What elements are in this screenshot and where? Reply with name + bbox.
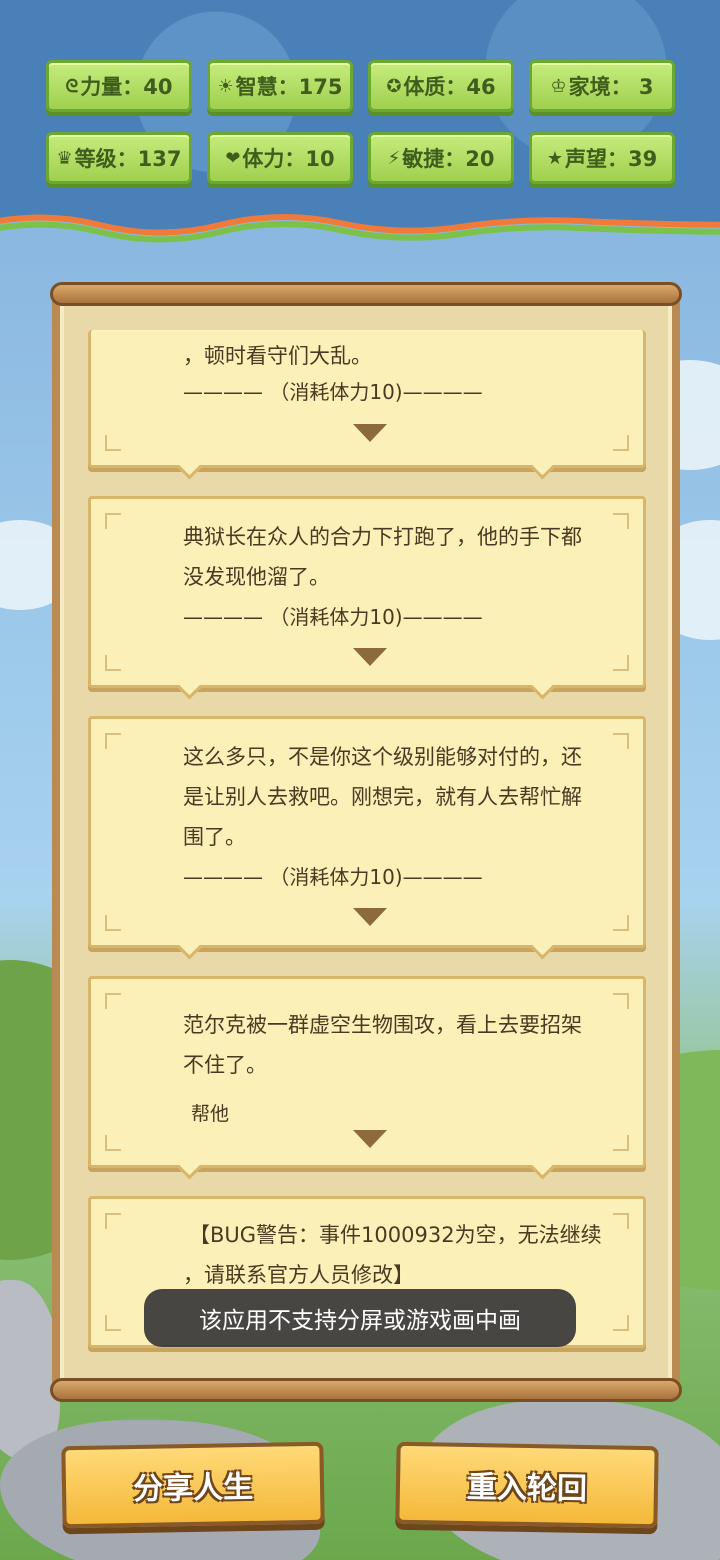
toast-message: 该应用不支持分屏或游戏画中画 [144,1289,576,1347]
triangle-down-icon [353,908,387,926]
corner-ornament [105,733,121,749]
constitution-icon: ✪ [386,75,402,97]
corner-ornament [613,1315,629,1331]
stat-strength: ᘓ 力量：40 [46,60,192,112]
event-card[interactable]: 范尔克被一群虚空生物围攻，看上去要招架 不住了。 帮他 [88,976,646,1180]
stat-reputation: ★ 声望：39 [529,132,675,184]
corner-ornament [613,655,629,671]
event-text-line: 不住了。 [183,1053,267,1077]
event-text-line: 是让别人去救吧。刚想完，就有人去帮忙解 [183,785,582,809]
lightning-icon: ⚡ [387,147,401,169]
event-text-line: 围了。 [183,825,246,849]
event-text-line: 典狱长在众人的合力下打跑了，他的手下都 [183,525,582,549]
stat-label: 智慧：175 [235,75,343,99]
wave-border [0,214,720,265]
stat-agility: ⚡ 敏捷：20 [368,132,514,184]
scroll-rod-top [50,282,682,306]
stat-label: 力量：40 [80,75,173,99]
corner-ornament [105,435,121,451]
corner-ornament [105,1213,121,1229]
star-icon: ★ [546,147,563,169]
stat-label: 声望：39 [564,147,658,171]
stamina-cost: ———— （消耗体力10)———— [183,865,483,889]
stamina-cost: ———— （消耗体力10)———— [183,605,483,629]
triangle-down-icon [353,1130,387,1148]
corner-ornament [613,915,629,931]
stat-label: 等级：137 [74,147,182,171]
stat-label: 体力：10 [242,147,335,171]
corner-ornament [105,993,121,1009]
corner-ornament [613,1135,629,1151]
heart-icon: ❤ [225,147,241,169]
bulb-icon: ☀ [217,75,234,97]
event-text-line: ，顿时看守们大乱。 [183,344,372,368]
corner-ornament [105,655,121,671]
stat-label: 体质：46 [403,75,496,99]
corner-ornament [105,915,121,931]
event-text-line: 没发现他溜了。 [183,565,330,589]
corner-ornament [613,435,629,451]
event-text-line: 范尔克被一群虚空生物围攻，看上去要招架 [183,1013,582,1037]
muscle-icon: ᘓ [65,75,79,97]
stat-constitution: ✪ 体质：46 [368,60,514,112]
corner-ornament [105,513,121,529]
choice-help-option[interactable]: 帮他 [191,1099,229,1126]
stat-family: ♔ 家境： 3 [529,60,675,112]
sky-top-band [0,0,720,230]
corner-ornament [105,1315,121,1331]
stat-wisdom: ☀ 智慧：175 [207,60,353,112]
bug-warning-text: 【BUG警告：事件1000932为空，无法继续 [189,1223,602,1247]
crown-icon: ♛ [56,147,73,169]
restart-cycle-button[interactable]: 重入轮回 [395,1441,659,1529]
stat-level: ♛ 等级：137 [46,132,192,184]
event-card[interactable]: 这么多只，不是你这个级别能够对付的，还 是让别人去救吧。刚想完，就有人去帮忙解 … [88,716,646,960]
stat-label: 家境： 3 [568,75,654,99]
scroll-rod-bottom [50,1378,682,1402]
family-icon: ♔ [550,75,567,97]
stat-stamina: ❤ 体力：10 [207,132,353,184]
event-card[interactable]: 典狱长在众人的合力下打跑了，他的手下都 没发现他溜了。 ———— （消耗体力10… [88,496,646,700]
stamina-cost: ———— （消耗体力10)———— [183,380,483,404]
corner-ornament [105,1135,121,1151]
triangle-down-icon [353,424,387,442]
triangle-down-icon [353,648,387,666]
event-card[interactable]: ，顿时看守们大乱。 ———— （消耗体力10)———— [88,330,646,480]
event-text-line: 这么多只，不是你这个级别能够对付的，还 [183,745,582,769]
share-life-button[interactable]: 分享人生 [61,1441,325,1529]
stat-label: 敏捷：20 [402,147,495,171]
